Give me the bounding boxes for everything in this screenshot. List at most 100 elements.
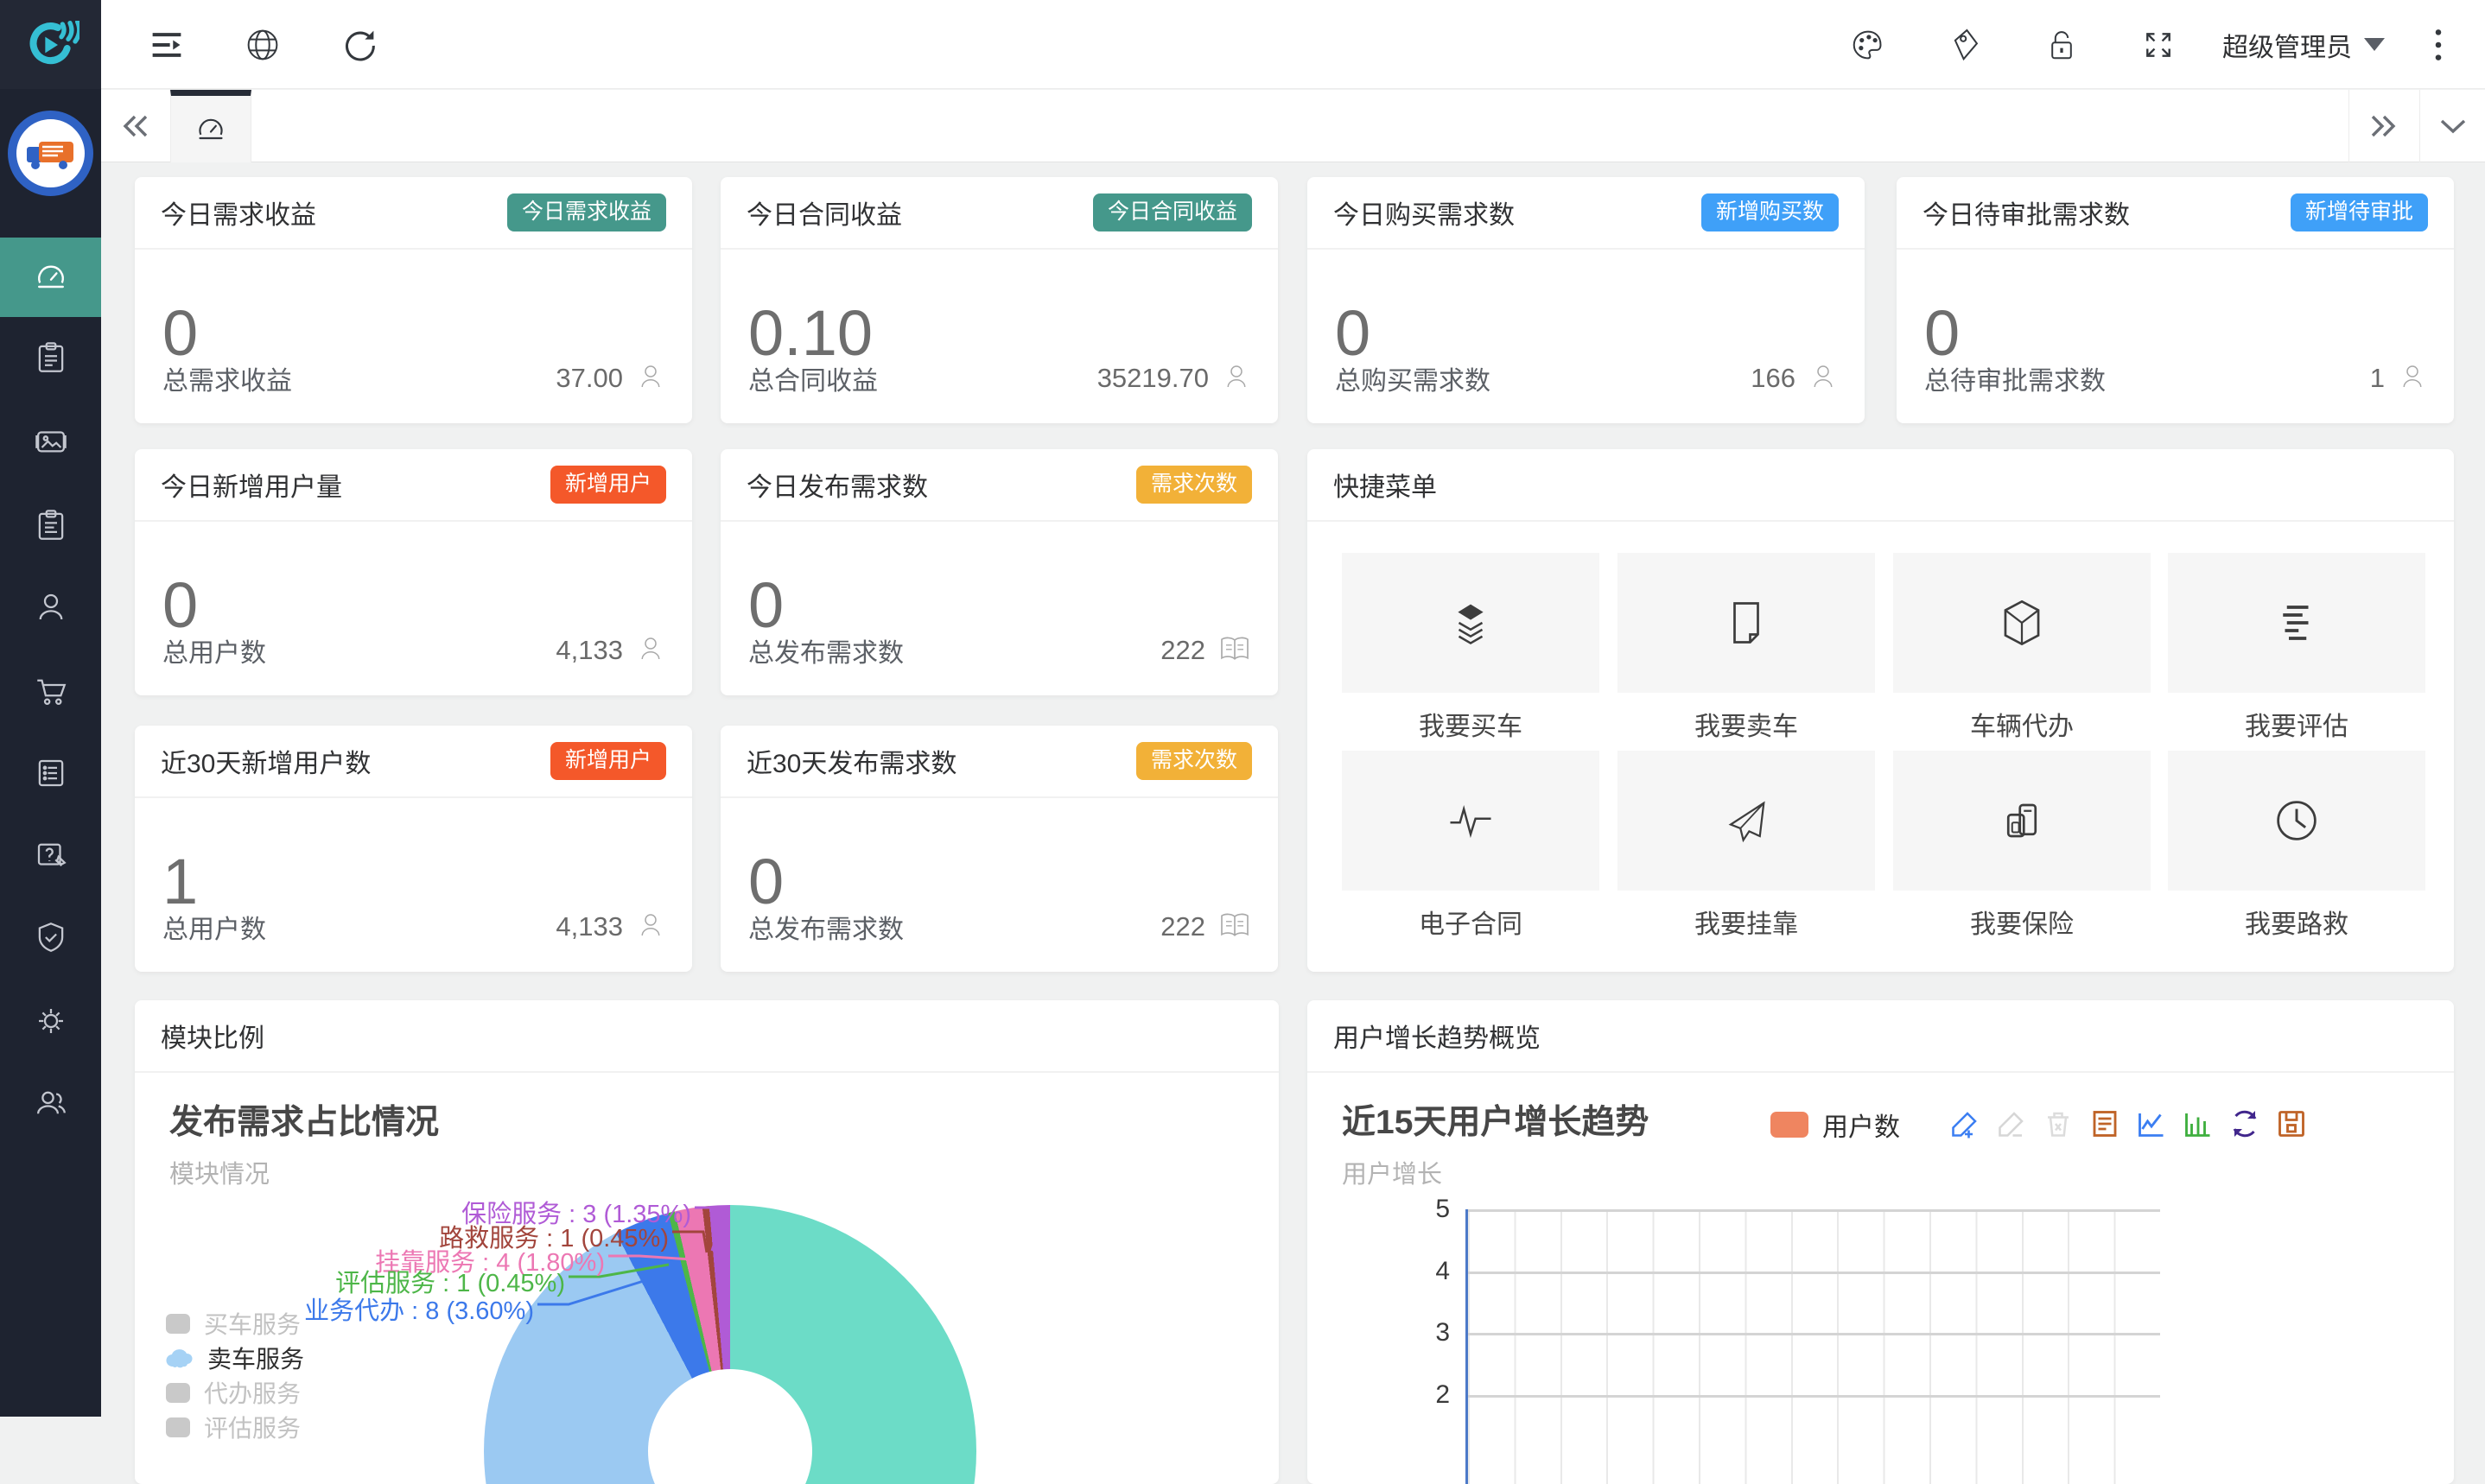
legend-label: 代办服务 [204, 1375, 301, 1410]
footer-icon-slot [635, 910, 666, 945]
module-ratio-card: 模块比例 发布需求占比情况 模块情况 保险服务 : 3 (1.35%) 路救服务… [135, 1000, 1279, 1484]
toolbox-restore-button[interactable] [2228, 1107, 2261, 1140]
toolbox-save-button[interactable] [2275, 1107, 2308, 1140]
gridline [1468, 1333, 2160, 1335]
legend-label: 评估服务 [204, 1410, 301, 1444]
stat-card-footer-label: 总合同收益 [748, 359, 1097, 397]
chevron-down-icon [2438, 117, 2468, 135]
sidebar-item-security[interactable] [0, 897, 101, 977]
sidebar-item-orders[interactable] [0, 318, 101, 397]
question-edit-icon [32, 837, 70, 873]
stat-card-title: 今日购买需求数 [1333, 193, 1515, 231]
scroll-tabs-left-button[interactable] [110, 90, 162, 162]
stat-card-badge: 新增用户 [550, 466, 666, 504]
palette-icon [1851, 29, 1885, 61]
language-button[interactable] [245, 27, 281, 63]
refresh-button[interactable] [341, 27, 378, 63]
pie-legend-item-buy[interactable]: 买车服务 [166, 1306, 301, 1341]
sidebar-item-feedback[interactable] [0, 815, 101, 895]
truck-logo-icon [24, 136, 78, 171]
quick-menu-buy-car[interactable] [1342, 553, 1599, 693]
quick-menu-label: 车辆代办 [1893, 705, 2151, 743]
tabbar-divider [2348, 90, 2349, 162]
tag-button[interactable] [1947, 27, 1983, 63]
stat-card-title: 今日合同收益 [747, 193, 902, 231]
stat-card-badge: 新增用户 [550, 742, 666, 780]
quick-menu-label: 电子合同 [1342, 903, 1599, 941]
stat-card-footer-label: 总用户数 [162, 631, 556, 669]
top-header: 超级管理员 [101, 0, 2485, 89]
sidebar-item-media[interactable] [0, 402, 101, 481]
footer-icon-slot [2397, 361, 2428, 396]
user-menu[interactable]: 超级管理员 [2222, 0, 2385, 89]
fullscreen-button[interactable] [2140, 27, 2177, 63]
scroll-tabs-right-button[interactable] [2357, 90, 2409, 162]
tab-dashboard[interactable] [170, 90, 251, 162]
stat-card-badge: 今日需求收益 [507, 193, 666, 231]
stat-card: 今日待审批需求数 新增待审批 0 总待审批需求数 1 [1897, 177, 2454, 423]
toolbox-clear-button[interactable] [2042, 1107, 2075, 1140]
legend-swatch [166, 1417, 190, 1437]
pie-legend-item-sell[interactable]: 卖车服务 [166, 1341, 304, 1375]
theme-button[interactable] [1850, 27, 1886, 63]
quick-menu-vehicle-agency[interactable] [1893, 553, 2151, 693]
wallet-icon [1999, 797, 2045, 844]
pie-legend-item-agency[interactable]: 代办服务 [166, 1375, 301, 1410]
gear-icon [33, 1003, 69, 1039]
sidebar-item-shop[interactable] [0, 651, 101, 731]
sidebar-item-documents[interactable] [0, 733, 101, 813]
sidebar-item-users[interactable] [0, 568, 101, 647]
bar-chart-icon [2183, 1108, 2214, 1139]
stat-card-footer-label: 总发布需求数 [748, 908, 1160, 946]
data-view-icon [2089, 1108, 2120, 1139]
line-legend-users[interactable]: 用户数 [1770, 1106, 1900, 1144]
stat-card-badge: 需求次数 [1136, 742, 1252, 780]
stat-card-title: 今日待审批需求数 [1923, 193, 2130, 231]
pie-legend-item-evaluate[interactable]: 评估服务 [166, 1410, 301, 1444]
quick-menu-insurance[interactable] [1893, 751, 2151, 891]
save-icon [2276, 1108, 2307, 1139]
quick-menu-label: 我要评估 [2168, 705, 2425, 743]
collapse-menu-button[interactable] [149, 27, 185, 63]
dashboard-gauge-icon [32, 258, 70, 296]
toolbox-pencil-plus-button[interactable] [1948, 1107, 1981, 1140]
quick-menu-title: 快捷菜单 [1333, 466, 1437, 504]
stat-card: 近30天发布需求数 需求次数 0 总发布需求数 222 [721, 726, 1278, 972]
toolbox-line-chart-button[interactable] [2135, 1107, 2168, 1140]
stat-card-title: 今日发布需求数 [747, 466, 928, 504]
quick-menu-sell-car[interactable] [1617, 553, 1875, 693]
toolbox-bar-chart-button[interactable] [2182, 1107, 2215, 1140]
y-axis-tick: 4 [1398, 1257, 1450, 1286]
layers-icon [1447, 599, 1494, 646]
user-name: 超级管理员 [2222, 26, 2352, 64]
y-axis-tick: 2 [1398, 1380, 1450, 1410]
stat-card-badge: 新增购买数 [1701, 193, 1839, 231]
shield-check-icon [33, 919, 69, 955]
box-3d-icon [2000, 599, 2043, 647]
pencil-plus-icon [1949, 1108, 1980, 1139]
quick-menu-evaluate[interactable] [2168, 553, 2425, 693]
sidebar-item-settings[interactable] [0, 981, 101, 1061]
tab-options-button[interactable] [2427, 90, 2479, 162]
user-group-icon [32, 1085, 70, 1121]
toolbox-pencil-minus-button[interactable] [1995, 1107, 2028, 1140]
sidebar-item-accounts[interactable] [0, 1063, 101, 1143]
brand-logo-icon [22, 21, 79, 69]
footer-icon-slot [1217, 910, 1252, 944]
sidebar-item-dashboard[interactable] [0, 238, 101, 317]
quick-menu-affiliate[interactable] [1617, 751, 1875, 891]
quick-menu-label: 我要路救 [2168, 903, 2425, 941]
page-icon [1725, 599, 1768, 646]
lock-button[interactable] [2043, 27, 2080, 63]
quick-menu-e-contract[interactable] [1342, 751, 1599, 891]
sidebar-item-forms[interactable] [0, 485, 101, 565]
stat-card: 近30天新增用户数 新增用户 1 总用户数 4,133 [135, 726, 692, 972]
line-chart-grid [1465, 1209, 2158, 1484]
quick-menu-road-rescue[interactable] [2168, 751, 2425, 891]
stat-card: 今日需求收益 今日需求收益 0 总需求收益 37.00 [135, 177, 692, 423]
stat-card-footer-value: 4,133 [556, 635, 623, 666]
toolbox-data-view-button[interactable] [2088, 1107, 2121, 1140]
gridline [1468, 1209, 2160, 1212]
more-menu-button[interactable] [2420, 27, 2456, 63]
globe-icon [245, 28, 280, 62]
